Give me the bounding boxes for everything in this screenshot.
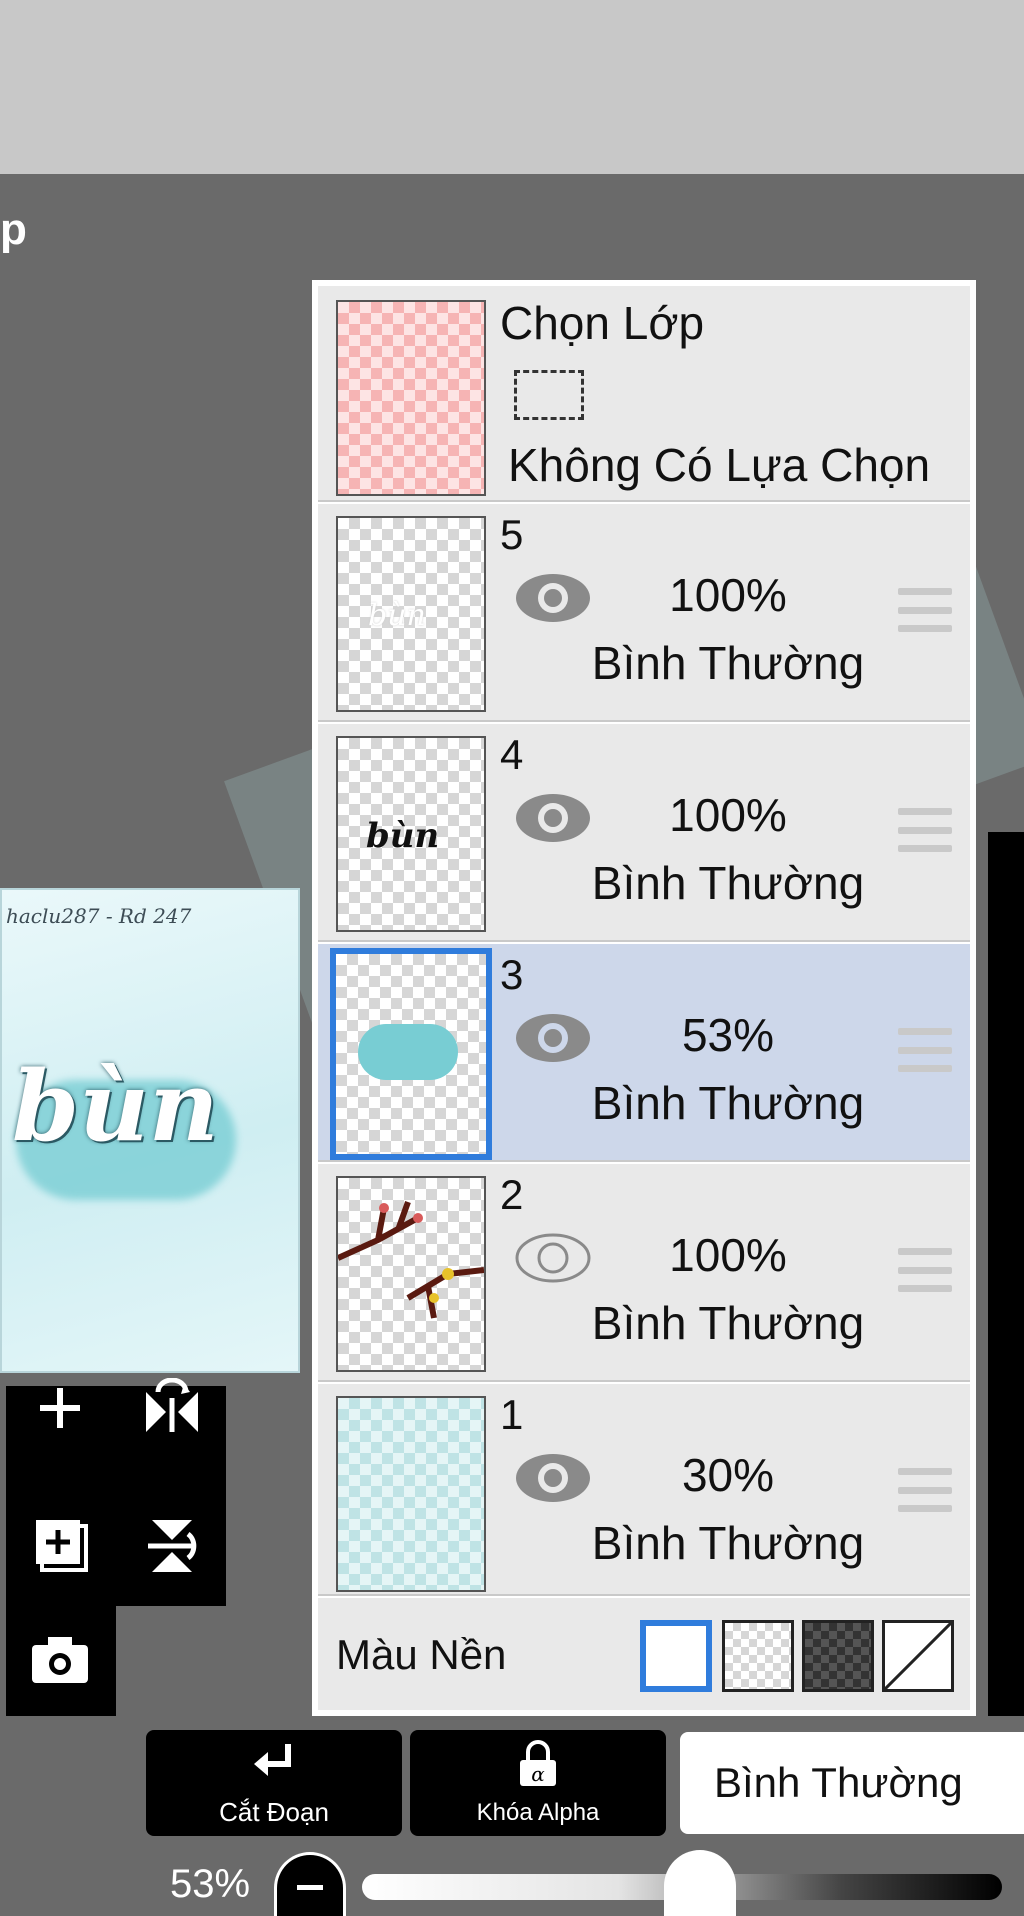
eye-icon[interactable]: [514, 1450, 592, 1506]
clip-arrow-icon: [254, 1744, 291, 1776]
eye-icon[interactable]: [514, 570, 592, 626]
selection-status: Không Có Lựa Chọn: [508, 439, 931, 491]
thumb-text: bùn: [366, 816, 440, 856]
clip-label: Cắt Đoạn: [219, 1797, 329, 1827]
camera-icon: [32, 1637, 88, 1683]
page-title-fragment: p: [0, 205, 27, 254]
drag-handle-icon[interactable]: [898, 1248, 952, 1292]
flip-horizontal-button[interactable]: [132, 1368, 212, 1448]
selection-layer-thumbnail: [336, 300, 486, 496]
layer-thumbnail: bùn: [336, 516, 486, 712]
branch-thumbnail-art: [338, 1200, 484, 1319]
layer-number: 5: [500, 511, 524, 558]
layer-opacity: 100%: [669, 569, 787, 621]
selection-marquee-icon: [514, 370, 584, 420]
no-background-icon: [885, 1623, 951, 1689]
layer-thumbnail: [336, 1396, 486, 1592]
blend-mode-select[interactable]: Bình Thường: [680, 1732, 1024, 1834]
alpha-lock-button[interactable]: α Khóa Alpha: [410, 1730, 666, 1836]
layer-row-3[interactable]: 3 53% Bình Thường: [318, 944, 970, 1162]
camera-button[interactable]: [20, 1620, 100, 1700]
flip-horizontal-icon: [146, 1378, 198, 1432]
layer-row-1[interactable]: 1 30% Bình Thường: [318, 1384, 970, 1596]
layer-blend-mode: Bình Thường: [591, 1077, 865, 1129]
layer-blend-mode: Bình Thường: [591, 637, 865, 689]
drag-handle-icon[interactable]: [898, 1028, 952, 1072]
opacity-decrease-button[interactable]: [274, 1852, 346, 1916]
right-toolbar[interactable]: [988, 832, 1024, 1716]
layer-number: 2: [500, 1171, 524, 1218]
clip-button[interactable]: Cắt Đoạn: [146, 1730, 402, 1836]
add-layer-button[interactable]: [20, 1368, 100, 1448]
alpha-lock-label: Khóa Alpha: [476, 1799, 600, 1826]
background-none-swatch[interactable]: [882, 1620, 954, 1692]
layers-panel: Chọn Lớp Không Có Lựa Chọn bùn 5 100% Bì…: [312, 280, 976, 1716]
selection-layer-title: Chọn Lớp: [500, 297, 705, 349]
plus-icon: [40, 1388, 80, 1428]
eye-icon[interactable]: [514, 790, 592, 846]
lock-icon: α: [520, 1740, 556, 1786]
eye-hidden-icon[interactable]: [514, 1230, 592, 1286]
layer-number: 1: [500, 1391, 524, 1438]
layer-opacity: 100%: [669, 1229, 787, 1281]
background-checker-dark-swatch[interactable]: [802, 1620, 874, 1692]
preview-word: bùn: [12, 1050, 219, 1163]
top-bar: [0, 0, 1024, 174]
opacity-value: 53%: [170, 1862, 251, 1906]
layer-thumbnail: [330, 948, 492, 1160]
drag-handle-icon[interactable]: [898, 588, 952, 632]
layer-row-2[interactable]: 2 100% Bình Thường: [318, 1164, 970, 1382]
layer-number: 3: [500, 951, 524, 998]
preview-watermark: haclu287 - Rd 247: [6, 904, 192, 928]
canvas-preview[interactable]: haclu287 - Rd 247 bùn: [0, 888, 300, 1373]
flip-vertical-icon: [148, 1520, 197, 1572]
layer-opacity: 100%: [669, 789, 787, 841]
add-layer-icon: [36, 1520, 88, 1572]
layer-row-5[interactable]: bùn 5 100% Bình Thường: [318, 504, 970, 722]
eye-icon[interactable]: [514, 1010, 592, 1066]
thumb-text: bùn: [368, 598, 426, 633]
layer-number: 4: [500, 731, 524, 778]
drag-handle-icon[interactable]: [898, 808, 952, 852]
background-color-row: Màu Nền: [318, 1598, 970, 1710]
thumb-cloud: [358, 1024, 458, 1080]
background-checker-light-swatch[interactable]: [722, 1620, 794, 1692]
background-color-label: Màu Nền: [336, 1631, 507, 1678]
add-image-layer-button[interactable]: [20, 1506, 100, 1586]
background-white-swatch[interactable]: [640, 1620, 712, 1692]
layer-blend-mode: Bình Thường: [591, 1297, 865, 1349]
layer-thumbnail: bùn: [336, 736, 486, 932]
layer-row-4[interactable]: bùn 4 100% Bình Thường: [318, 724, 970, 942]
selection-layer-row[interactable]: Chọn Lớp Không Có Lựa Chọn: [318, 286, 970, 502]
drag-handle-icon[interactable]: [898, 1468, 952, 1512]
layer-opacity: 53%: [681, 1009, 775, 1061]
layer-thumbnail: [336, 1176, 486, 1372]
layer-blend-mode: Bình Thường: [591, 1517, 865, 1569]
layer-blend-mode: Bình Thường: [591, 857, 865, 909]
flip-vertical-button[interactable]: [132, 1506, 212, 1586]
opacity-slider-knob[interactable]: [664, 1850, 736, 1916]
svg-text:α: α: [531, 1762, 545, 1786]
layer-opacity: 30%: [681, 1449, 775, 1501]
